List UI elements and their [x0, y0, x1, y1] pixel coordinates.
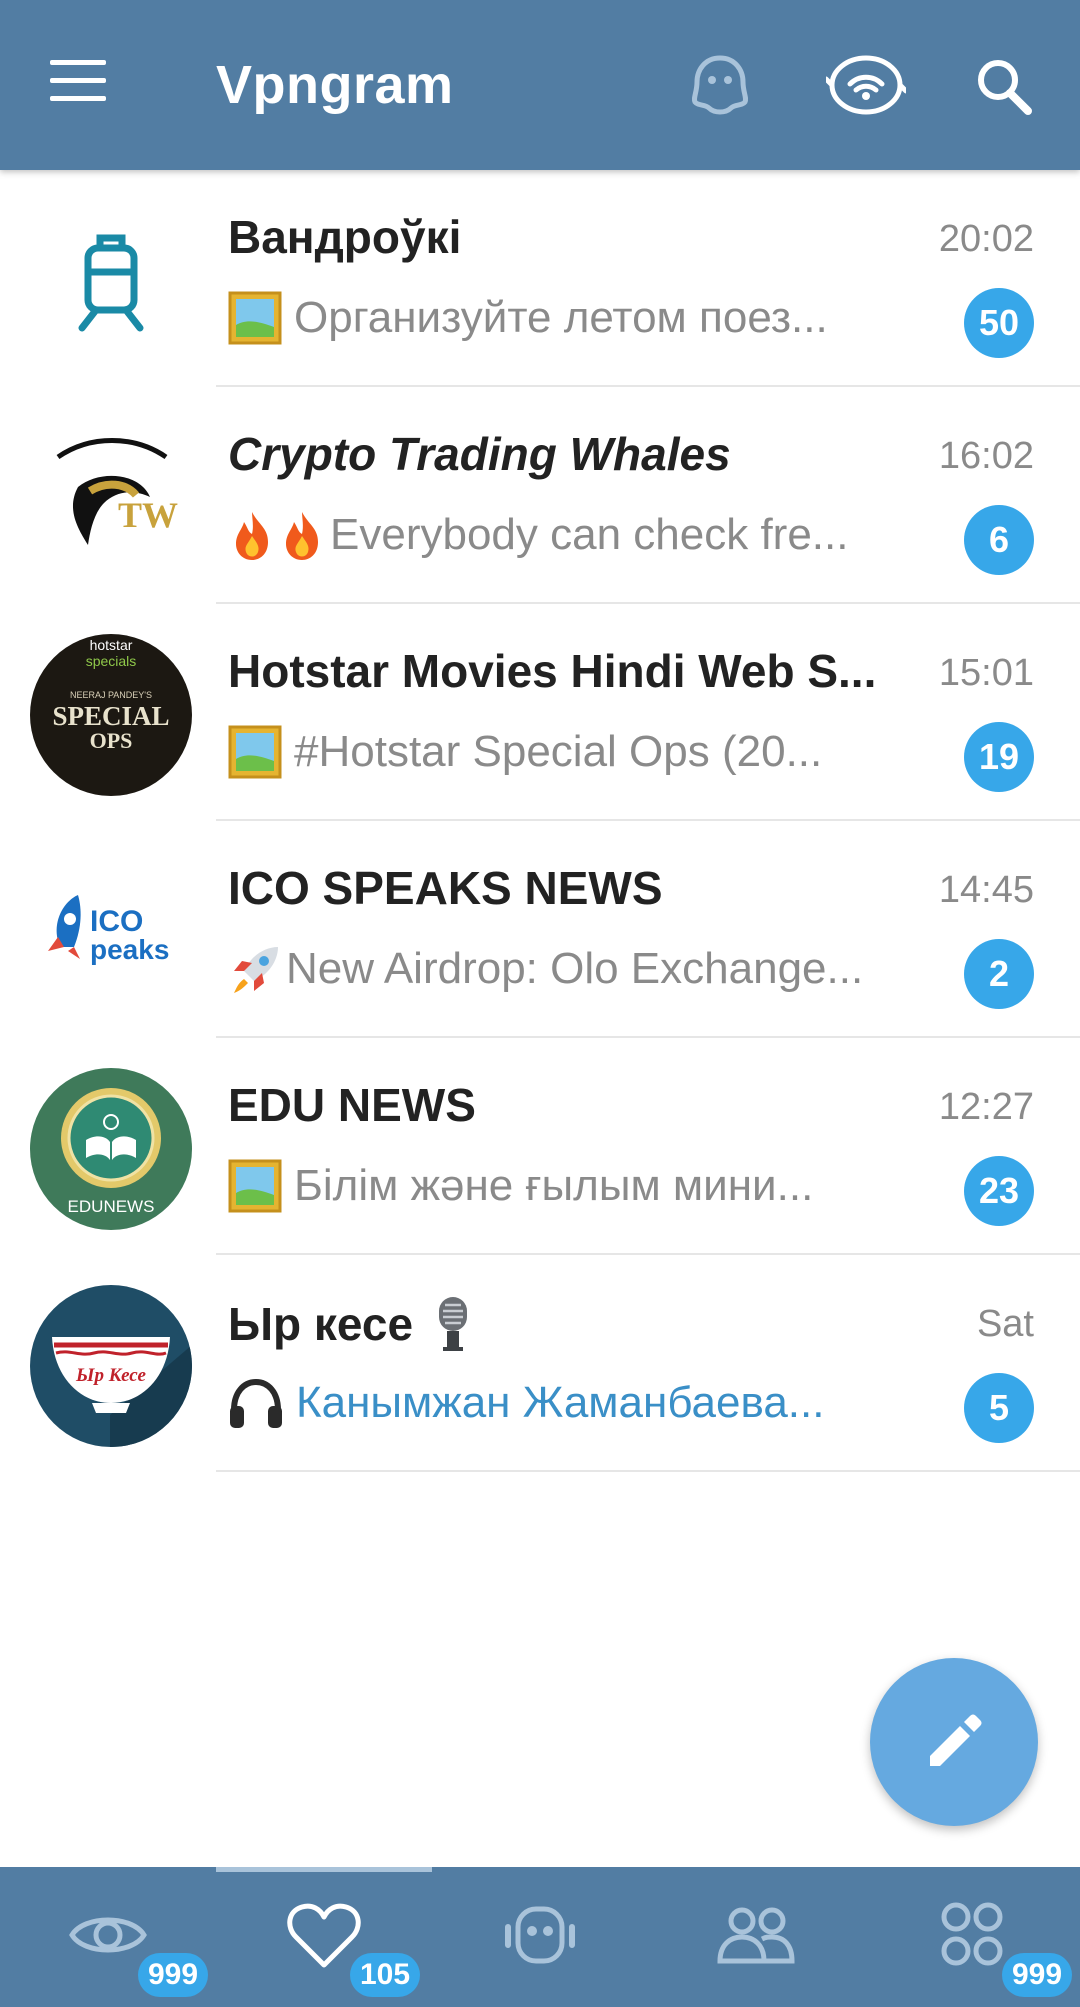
microphone-icon: [435, 1295, 471, 1353]
tab-all[interactable]: 999: [864, 1867, 1080, 2007]
preview-text: Білім және ғылым мини...: [294, 1161, 814, 1210]
preview-text: Everybody can check fre...: [330, 510, 849, 559]
chat-title: Crypto Trading Whales: [228, 428, 731, 480]
chat-list: Вандроўкі 20:02 Организуйте летом поез..…: [0, 170, 1080, 1472]
tab-badge: 999: [1002, 1953, 1073, 1997]
chat-preview: Everybody can check fre...: [228, 505, 888, 565]
preview-text: #Hotstar Special Ops (20...: [294, 727, 823, 776]
chat-preview: Канымжан Жаманбаева...: [228, 1373, 888, 1433]
chat-time: 15:01: [938, 652, 1034, 694]
chat-time: 14:45: [938, 869, 1034, 911]
unread-badge: 6: [964, 505, 1034, 575]
avatar-line2-text: OPS: [90, 728, 133, 753]
bowl-avatar: Ыр Кесе: [30, 1285, 192, 1447]
avatar-line1-text: SPECIAL: [52, 701, 169, 731]
chat-time: Sat: [976, 1303, 1034, 1345]
chat-preview: New Airdrop: Olo Exchange...: [228, 939, 888, 999]
edu-news-emblem: EDUNEWS: [30, 1068, 192, 1230]
tab-groups[interactable]: [648, 1867, 864, 2007]
unread-badge: 2: [964, 939, 1034, 1009]
unread-badge: 50: [964, 288, 1034, 358]
chat-time: 20:02: [938, 218, 1034, 260]
chat-row[interactable]: hotstar specials NEERAJ PANDEY'S SPECIAL…: [0, 604, 1080, 821]
chat-preview: Организуйте летом поез...: [228, 288, 888, 348]
tab-badge: 999: [138, 1953, 209, 1997]
preview-text: Канымжан Жаманбаева...: [296, 1378, 825, 1427]
headphones-icon: [228, 1376, 284, 1430]
ghost-icon[interactable]: [683, 48, 757, 122]
pencil-icon: [930, 1714, 982, 1766]
unread-badge: 5: [964, 1373, 1034, 1443]
avatar-brand2-text: specials: [86, 653, 137, 669]
ico-speaks-logo: ICO peaks: [30, 851, 192, 1013]
heart-icon: [284, 1899, 364, 1971]
tab-badge: 105: [350, 1953, 421, 1997]
preview-text: New Airdrop: Olo Exchange...: [286, 944, 864, 993]
rocket-icon: [228, 941, 284, 997]
app-title: Vpngram: [216, 55, 454, 115]
tab-bots[interactable]: [432, 1867, 648, 2007]
chat-row[interactable]: Ыр Кесе Ыр кесе Sat Канымжан Жаманбаева.…: [0, 1255, 1080, 1472]
grid-icon: [932, 1899, 1012, 1971]
bottom-nav: 999 105 999: [0, 1867, 1080, 2007]
picture-icon: [228, 1159, 282, 1213]
chat-title: Hotstar Movies Hindi Web S...: [228, 645, 877, 697]
preview-text: Организуйте летом поез...: [294, 293, 828, 342]
avatar-byline-text: NEERAJ PANDEY'S: [70, 690, 152, 700]
chat-row[interactable]: TW Crypto Trading Whales 16:02 Everybody…: [0, 387, 1080, 604]
chat-row[interactable]: ICO peaks ICO SPEAKS NEWS 14:45 New Aird…: [0, 821, 1080, 1038]
people-icon: [716, 1899, 796, 1971]
chat-preview: #Hotstar Special Ops (20...: [228, 722, 888, 782]
chat-time: 12:27: [938, 1086, 1034, 1128]
chat-title: EDU NEWS: [228, 1079, 476, 1131]
chat-title: Вандроўкі: [228, 211, 462, 263]
avatar-line1-text: EDUNEWS: [68, 1197, 155, 1216]
avatar-line2-text: peaks: [90, 934, 169, 965]
picture-icon: [228, 291, 282, 345]
vpn-eye-icon[interactable]: [823, 48, 909, 122]
avatar-brand-text: hotstar: [90, 637, 133, 653]
search-icon[interactable]: [972, 48, 1036, 122]
app-bar: Vpngram: [0, 0, 1080, 170]
menu-icon[interactable]: [50, 60, 116, 110]
chat-title-text: Ыр кесе: [228, 1298, 414, 1350]
picture-icon: [228, 725, 282, 779]
train-luggage-avatar: [30, 200, 192, 362]
unread-badge: 19: [964, 722, 1034, 792]
tab-favorites[interactable]: 105: [216, 1867, 432, 2007]
chat-title: ICO SPEAKS NEWS: [228, 862, 663, 914]
compose-button[interactable]: [870, 1658, 1038, 1826]
tab-eye[interactable]: 999: [0, 1867, 216, 2007]
chat-preview: Білім және ғылым мини...: [228, 1156, 888, 1216]
divider: [216, 1470, 1080, 1472]
bot-icon: [500, 1899, 580, 1971]
special-ops-avatar: hotstar specials NEERAJ PANDEY'S SPECIAL…: [30, 634, 192, 796]
chat-title: Ыр кесе: [228, 1295, 908, 1353]
eye-icon: [68, 1899, 148, 1971]
chat-row[interactable]: Вандроўкі 20:02 Организуйте летом поез..…: [0, 170, 1080, 387]
svg-text:TW: TW: [118, 495, 178, 535]
fire-icon: [228, 508, 328, 562]
avatar-line1-text: Ыр Кесе: [75, 1365, 146, 1386]
unread-badge: 23: [964, 1156, 1034, 1226]
ctw-whale-logo: TW: [30, 417, 192, 579]
chat-time: 16:02: [938, 435, 1034, 477]
chat-row[interactable]: EDUNEWS EDU NEWS 12:27 Білім және ғылым …: [0, 1038, 1080, 1255]
